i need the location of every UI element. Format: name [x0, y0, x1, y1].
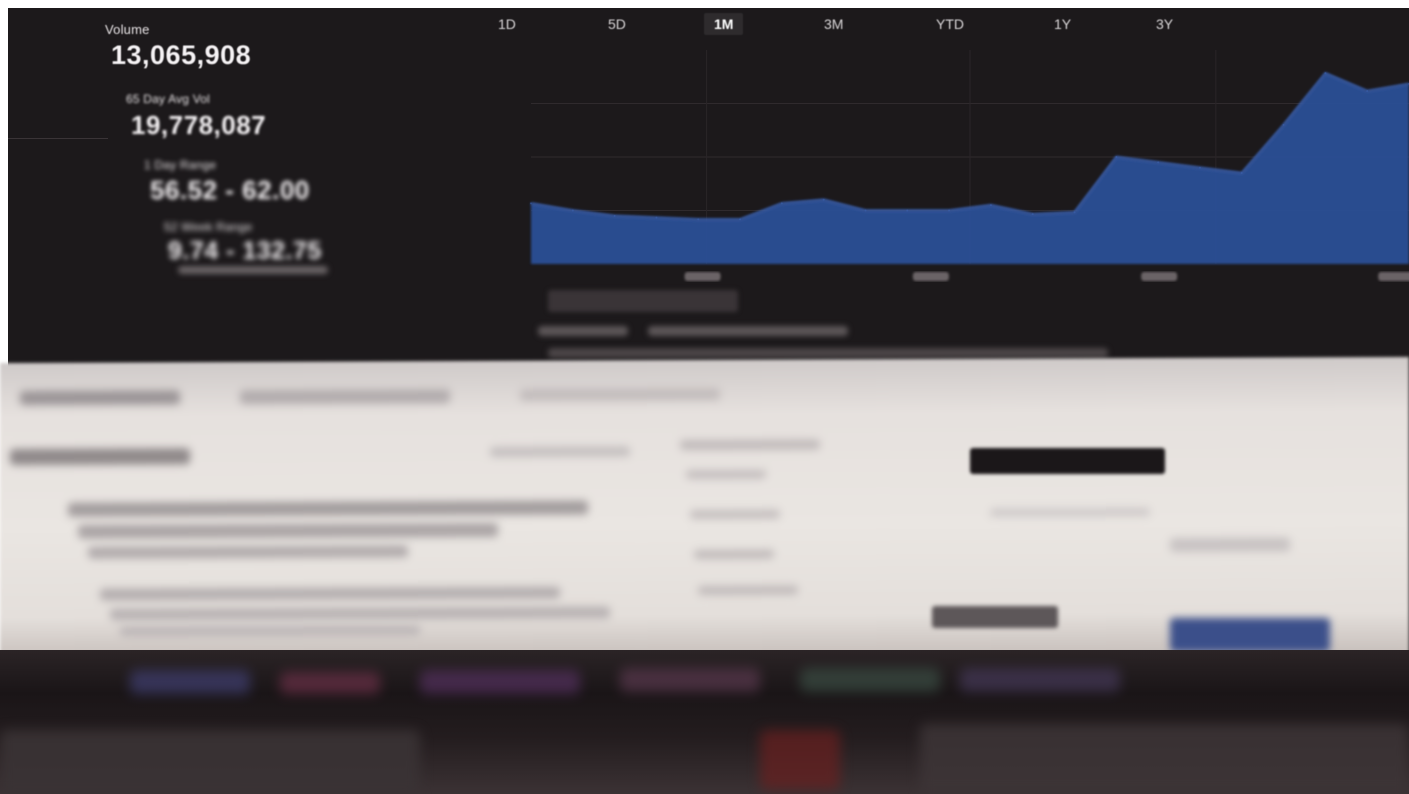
- blurred-header-text: [520, 387, 720, 401]
- blurred-sidebar-text: [690, 509, 780, 520]
- foreground-keyboard: [0, 650, 1409, 794]
- blurred-paragraph: [68, 500, 588, 517]
- chart-data-point: [613, 214, 616, 217]
- chart-control-chip[interactable]: [548, 290, 738, 312]
- chart-data-point: [655, 216, 658, 219]
- quote-stats-panel: Volume 13,065,908 65 Day Avg Vol 19,778,…: [8, 8, 508, 368]
- tab-1m[interactable]: 1M: [704, 13, 744, 35]
- chart-data-point: [1240, 172, 1243, 175]
- blurred-header-text: [20, 390, 180, 405]
- chart-data-point: [1282, 123, 1285, 126]
- blurred-paragraph: [120, 625, 420, 637]
- chart-data-point: [1115, 156, 1118, 158]
- chart-info-row: [648, 326, 848, 336]
- chart-data-point: [1073, 211, 1076, 214]
- blurred-paragraph: [110, 606, 610, 621]
- tab-1d[interactable]: 1D: [498, 16, 516, 32]
- tab-3m[interactable]: 3M: [824, 16, 843, 32]
- chart-data-point: [989, 204, 992, 207]
- desk-shadow: [920, 724, 1409, 794]
- desk-shadow: [0, 730, 420, 794]
- chart-data-point: [697, 218, 700, 221]
- keyboard-glow: [960, 668, 1120, 692]
- keyboard-glow: [130, 670, 250, 694]
- tab-3y[interactable]: 3Y: [1156, 16, 1173, 32]
- chart-data-point: [1198, 166, 1201, 169]
- blurred-form-text: [990, 508, 1150, 517]
- blurred-sidebar-text: [698, 585, 798, 596]
- blurred-sidebar-text: [686, 469, 766, 480]
- chart-data-point: [864, 209, 867, 212]
- chart-data-point: [571, 209, 574, 212]
- blurred-meta: [490, 446, 630, 457]
- chart-data-point: [1157, 161, 1160, 164]
- chart-data-point: [780, 202, 783, 205]
- blurred-paragraph: [88, 545, 408, 559]
- keyboard-glow: [420, 670, 580, 694]
- blurred-paragraph: [78, 522, 498, 539]
- chart-x-tick-label: [912, 272, 949, 281]
- chart-data-point: [1366, 90, 1369, 93]
- chart-data-point: [822, 198, 825, 201]
- blurred-header-text: [240, 389, 450, 405]
- timeframe-tabs: 1D 5D 1M 3M YTD 1Y 3Y: [478, 12, 1408, 42]
- keyboard-glow: [800, 668, 940, 692]
- avg-volume-value: 19,778,087: [131, 110, 267, 140]
- chart-x-ticks: [684, 272, 1409, 281]
- chart-data-point: [530, 202, 532, 205]
- chart-info-row: [548, 348, 1108, 358]
- day-range-label: 1 Day Range: [144, 158, 217, 172]
- keyboard-glow: [620, 668, 760, 692]
- tab-1y[interactable]: 1Y: [1054, 16, 1071, 32]
- desk-red-object: [760, 730, 840, 790]
- chart-info-row: [538, 326, 628, 336]
- week-range-label: 52 Week Range: [164, 220, 253, 234]
- volume-value: 13,065,908: [111, 40, 252, 70]
- blurred-primary-button[interactable]: [1170, 618, 1330, 652]
- blurred-form-field: [1170, 537, 1290, 552]
- week-range-dates: [178, 266, 328, 274]
- chart-data-point: [1031, 213, 1034, 216]
- week-range-value: 9.74 - 132.75: [168, 237, 322, 265]
- chart-x-tick-label: [684, 272, 721, 281]
- volume-label: Volume: [105, 22, 150, 37]
- blurred-dark-button[interactable]: [970, 448, 1165, 474]
- price-area-chart[interactable]: [513, 44, 1409, 294]
- day-range-value: 56.52 - 62.00: [150, 175, 310, 205]
- chart-x-tick-label: [1141, 272, 1178, 281]
- chart-data-point: [948, 209, 951, 212]
- stats-divider: [8, 138, 108, 139]
- tab-5d[interactable]: 5D: [608, 16, 626, 32]
- blurred-sidebar-text: [680, 439, 820, 451]
- photo-stage: Volume 13,065,908 65 Day Avg Vol 19,778,…: [0, 0, 1409, 794]
- blurred-paragraph: [100, 586, 560, 601]
- chart-data-point: [1324, 72, 1327, 75]
- blurred-title: [10, 448, 190, 466]
- chart-data-point: [739, 218, 742, 221]
- keyboard-glow: [280, 672, 380, 694]
- avg-volume-label: 65 Day Avg Vol: [126, 92, 210, 106]
- chart-data-point: [906, 209, 909, 212]
- chart-x-tick-label: [1378, 272, 1409, 281]
- blurred-secondary-button[interactable]: [932, 606, 1058, 628]
- tab-ytd[interactable]: YTD: [936, 16, 964, 32]
- blurred-sidebar-text: [694, 549, 774, 560]
